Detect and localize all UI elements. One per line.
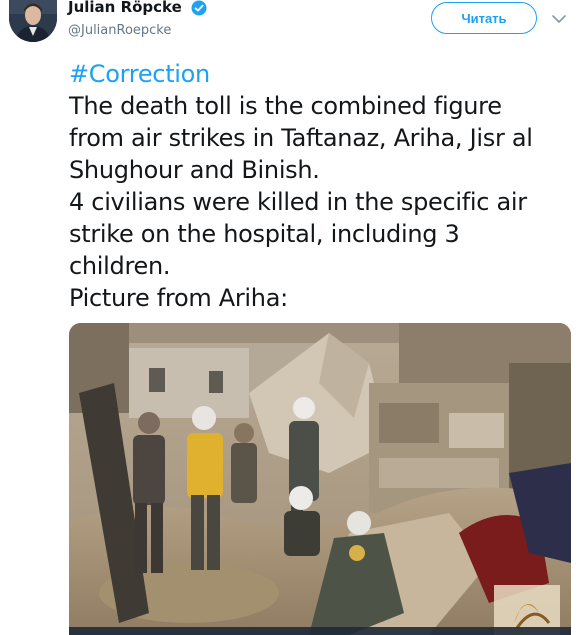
tweet-line: children. <box>69 252 171 280</box>
tweet-line: 4 civilians were killed in the specific … <box>69 188 527 216</box>
tweet-line: from air strikes in Taftanaz, Ariha, Jis… <box>69 124 533 152</box>
hashtag-link[interactable]: #Correction <box>69 60 210 88</box>
tweet-line: strike on the hospital, including 3 <box>69 220 460 248</box>
user-name[interactable]: Julian Röpcke <box>68 0 182 16</box>
user-handle[interactable]: @JulianRoepcke <box>68 23 171 38</box>
tweet-line: The death toll is the combined figure <box>69 92 502 120</box>
tweet-text: #Correction The death toll is the combin… <box>69 58 579 314</box>
tweet-header: Julian Röpcke @JulianRoepcke Читать <box>0 0 586 50</box>
tweet-line: Shughour and Binish. <box>69 156 320 184</box>
more-options-button[interactable] <box>548 8 570 28</box>
follow-button[interactable]: Читать <box>431 2 537 34</box>
avatar[interactable] <box>9 0 57 42</box>
tweet-photo[interactable] <box>69 323 571 635</box>
verified-badge-icon <box>191 0 207 16</box>
tweet-line: Picture from Ariha: <box>69 284 288 312</box>
chevron-down-icon <box>551 9 567 28</box>
rubble-rescue-photo <box>69 323 571 635</box>
